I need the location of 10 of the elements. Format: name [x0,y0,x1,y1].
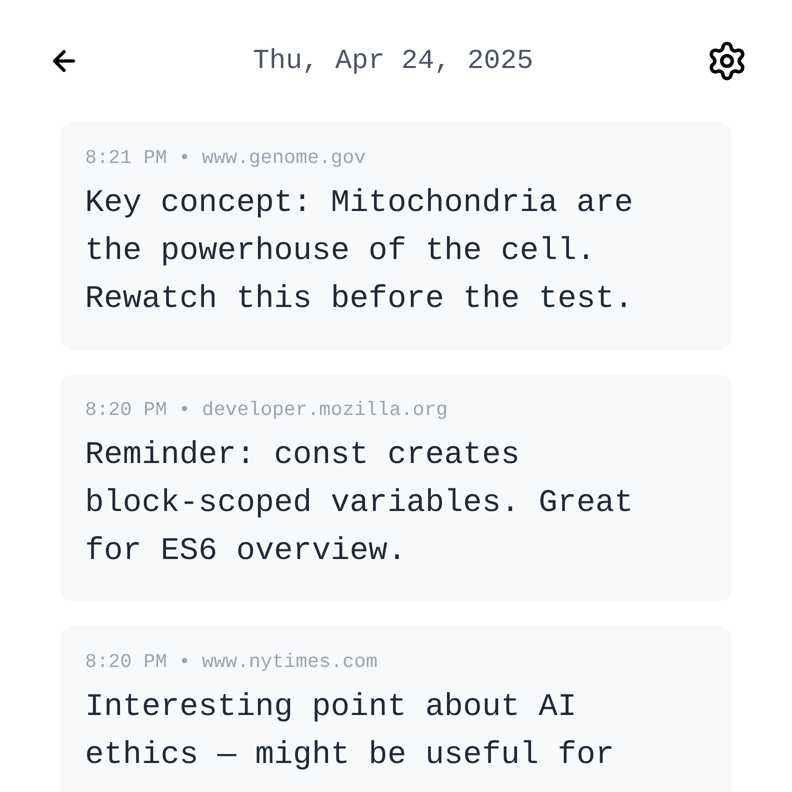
date-title: Thu, Apr 24, 2025 [252,46,534,76]
note-card[interactable]: 8:20 PM • developer.mozilla.org Reminder: const creates block-scoped variables. Great for ES6 overview. [60,374,732,602]
note-meta: 8:20 PM • www.nytimes.com [85,650,379,674]
note-meta: 8:20 PM • developer.mozilla.org [85,398,449,422]
note-text: Interesting point about AI ethics — might be useful for [85,689,616,775]
note-text: Reminder: const creates block-scoped variables. Great for ES6 overview. [85,437,634,571]
note-meta: 8:21 PM • www.genome.gov [85,146,367,170]
note-card[interactable]: 8:20 PM • www.nytimes.com Interesting point about AI ethics — might be useful for [60,626,732,792]
note-text: Key concept: Mitochondria are the powerhouse of the cell. Rewatch this before the test. [85,185,634,319]
note-card[interactable]: 8:21 PM • www.genome.gov Key concept: Mitochondria are the powerhouse of the cell. Rewatch this before the test. [60,122,732,350]
